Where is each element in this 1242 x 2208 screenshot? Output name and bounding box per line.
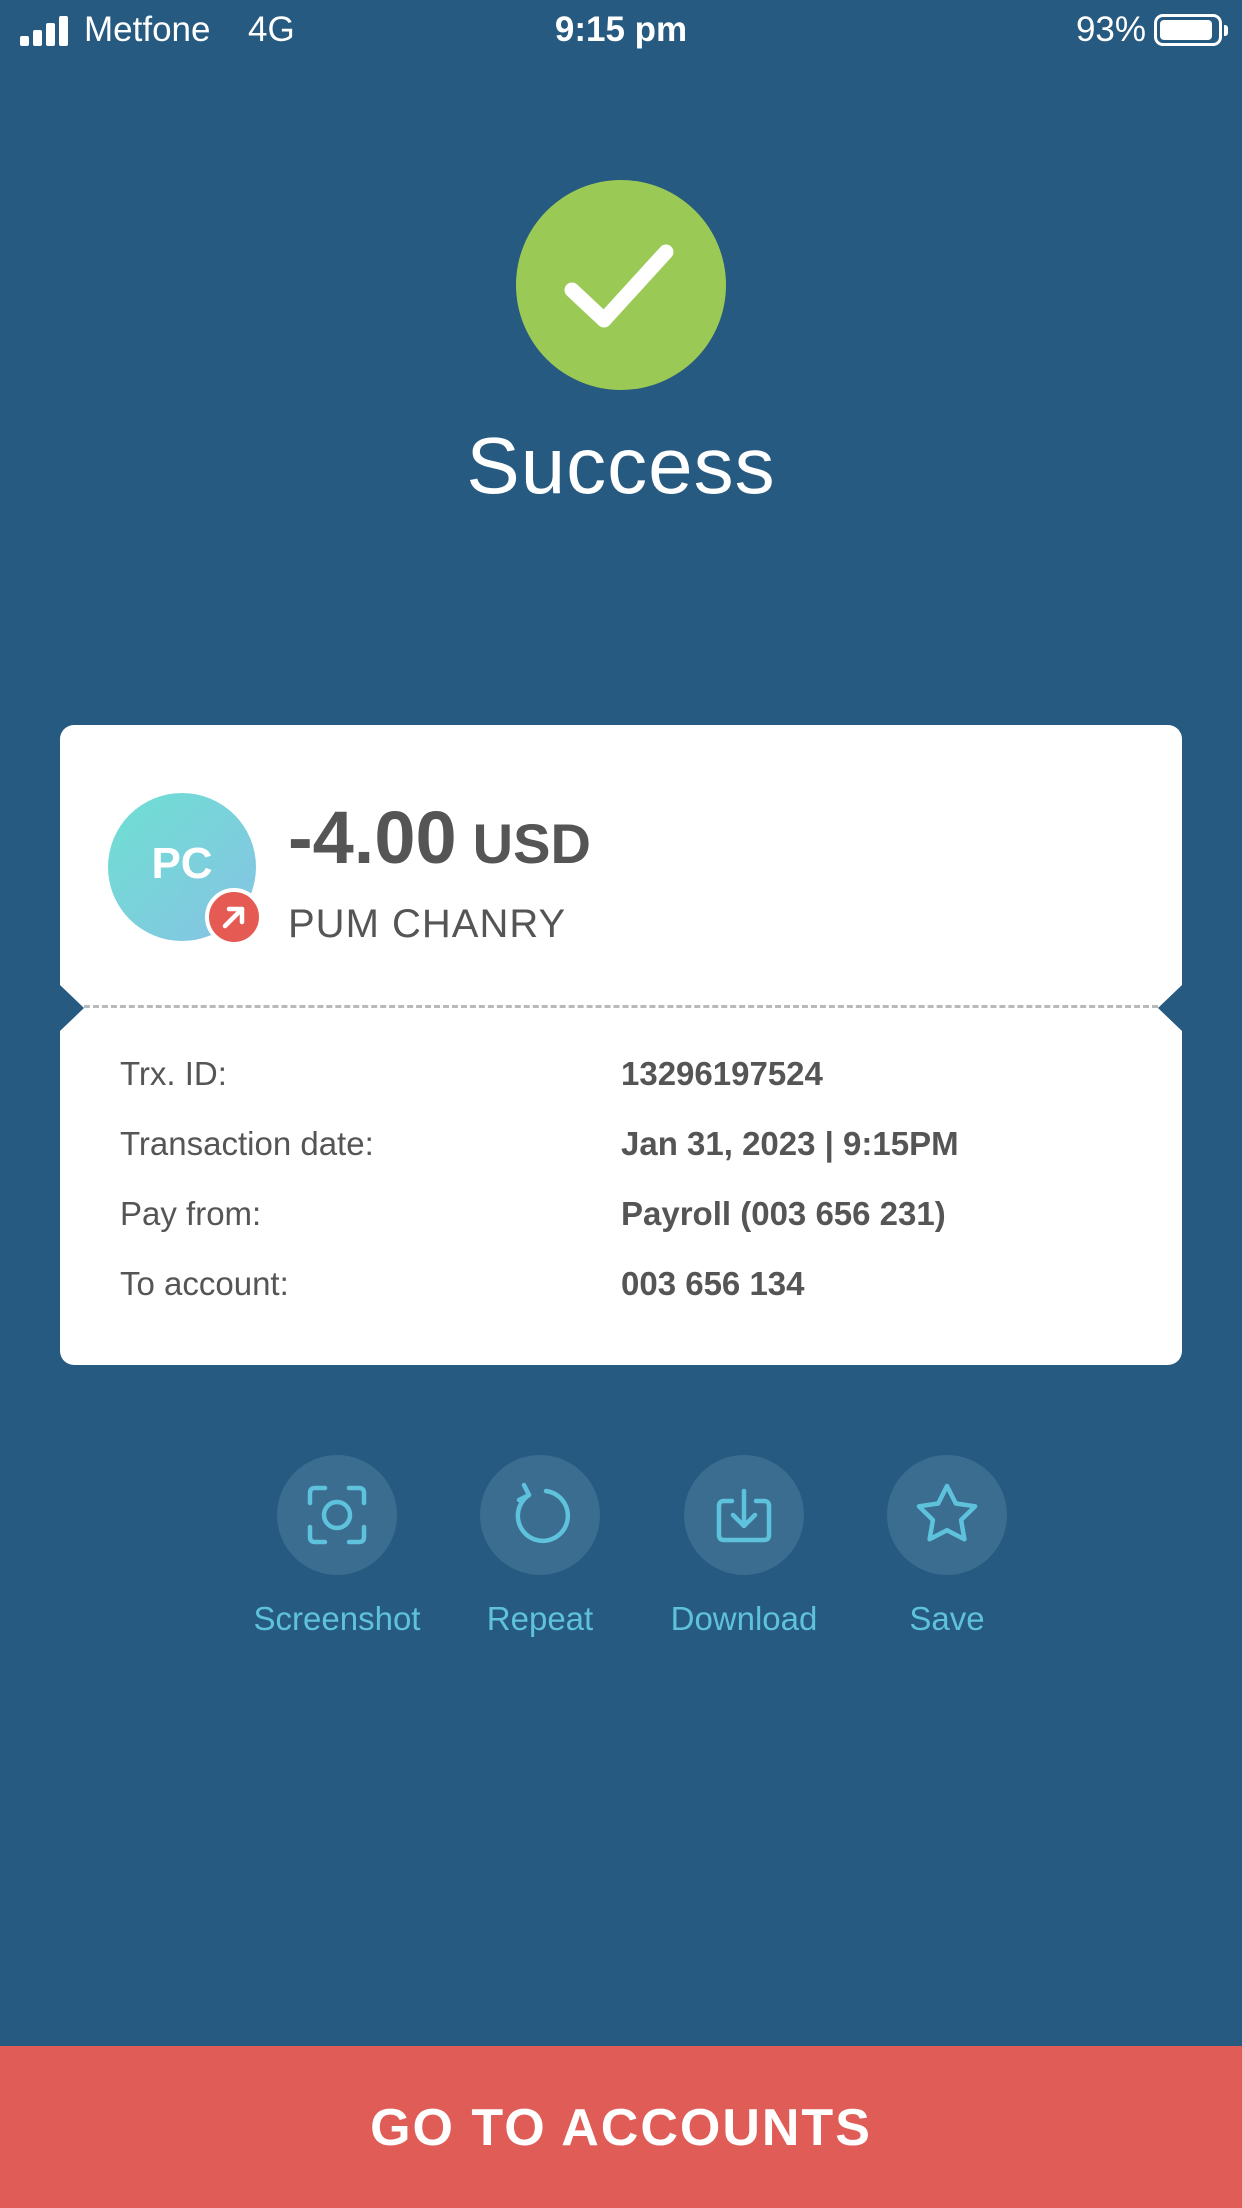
repeat-icon <box>515 1482 571 1543</box>
download-label[interactable]: Download <box>634 1600 854 1638</box>
repeat-label[interactable]: Repeat <box>430 1600 650 1638</box>
success-badge <box>516 180 726 390</box>
go-to-accounts-button[interactable]: GO TO ACCOUNTS <box>0 2046 1242 2208</box>
battery-percentage: 93% <box>1075 10 1146 49</box>
detail-value: 13296197524 <box>621 1055 823 1092</box>
screenshot-button-circle[interactable] <box>277 1455 397 1575</box>
receipt-divider <box>84 1005 1158 1008</box>
screenshot-icon <box>307 1485 367 1545</box>
result-title: Success <box>466 421 776 510</box>
detail-row-to-account: To account: 003 656 134 <box>120 1265 1120 1315</box>
amount-currency: USD <box>472 812 591 875</box>
download-icon <box>716 1488 772 1543</box>
save-button-circle[interactable] <box>887 1455 1007 1575</box>
detail-value: 003 656 134 <box>621 1265 805 1302</box>
save-label[interactable]: Save <box>837 1600 1057 1638</box>
repeat-button-circle[interactable] <box>480 1455 600 1575</box>
repeat-button[interactable]: Repeat <box>430 1455 650 1655</box>
detail-row-trx-id: Trx. ID: 13296197524 <box>120 1055 1120 1105</box>
status-time: 9:15 pm <box>554 10 688 49</box>
detail-label: Trx. ID: <box>120 1055 227 1092</box>
screenshot-button[interactable]: Screenshot <box>227 1455 447 1655</box>
go-to-accounts-label[interactable]: GO TO ACCOUNTS <box>0 2098 1242 2158</box>
battery-icon <box>1154 14 1228 46</box>
detail-label: Transaction date: <box>120 1125 374 1162</box>
transaction-amount: -4.00 USD <box>288 795 591 880</box>
amount-value: -4.00 <box>288 796 457 879</box>
checkmark-icon <box>564 244 674 328</box>
download-button-circle[interactable] <box>684 1455 804 1575</box>
receipt-notch-right <box>1158 985 1182 1031</box>
avatar-initials: PC <box>151 839 213 888</box>
detail-value: Payroll (003 656 231) <box>621 1195 946 1232</box>
screenshot-label[interactable]: Screenshot <box>227 1600 447 1638</box>
detail-row-transaction-date: Transaction date: Jan 31, 2023 | 9:15PM <box>120 1125 1120 1175</box>
download-button[interactable]: Download <box>634 1455 854 1655</box>
detail-label: Pay from: <box>120 1195 262 1232</box>
save-button[interactable]: Save <box>837 1455 1057 1655</box>
receipt-notch-left <box>60 985 84 1031</box>
status-bar: Metfone 4G 9:15 pm 93% <box>0 0 1242 64</box>
outgoing-transfer-badge <box>205 888 263 946</box>
detail-label: To account: <box>120 1265 289 1302</box>
detail-value: Jan 31, 2023 | 9:15PM <box>621 1125 959 1162</box>
payee-name: PUM CHANRY <box>288 902 567 946</box>
detail-row-pay-from: Pay from: Payroll (003 656 231) <box>120 1195 1120 1245</box>
star-icon <box>916 1483 978 1542</box>
arrow-up-right-icon <box>222 906 245 929</box>
